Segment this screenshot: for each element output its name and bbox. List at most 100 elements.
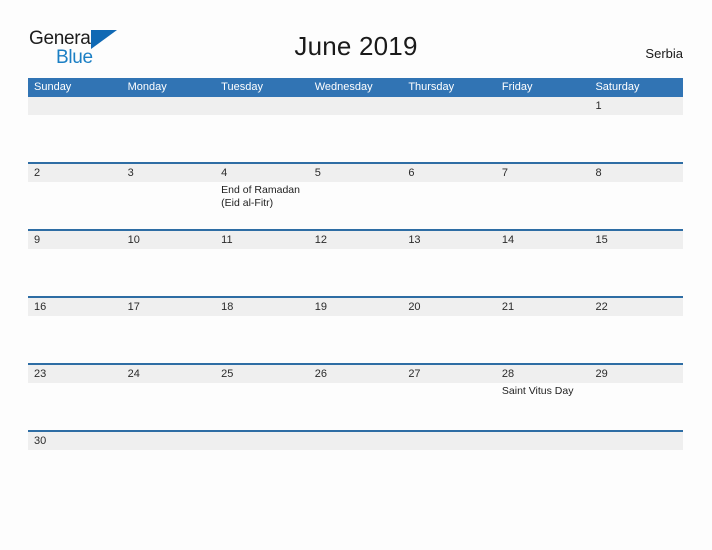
- day-number-19[interactable]: 19: [309, 298, 403, 316]
- week-date-band: 30: [28, 432, 683, 450]
- day-cell-empty: [496, 97, 590, 115]
- event-cell-empty: [402, 115, 496, 162]
- calendar-week-row: 16 17 18 19 20 21 22: [28, 296, 683, 363]
- day-cell-empty: [215, 432, 309, 450]
- page-title: June 2019: [294, 31, 418, 61]
- day-number-11[interactable]: 11: [215, 231, 309, 249]
- day-cell-empty: [402, 432, 496, 450]
- day-number-20[interactable]: 20: [402, 298, 496, 316]
- event-cell-empty: [122, 182, 216, 229]
- event-cell-empty: [589, 115, 683, 162]
- event-cell-empty: [215, 316, 309, 363]
- day-number-25[interactable]: 25: [215, 365, 309, 383]
- day-number-29[interactable]: 29: [589, 365, 683, 383]
- event-cell-empty: [28, 316, 122, 363]
- day-number-15[interactable]: 15: [589, 231, 683, 249]
- event-cell-empty: [402, 182, 496, 229]
- day-number-16[interactable]: 16: [28, 298, 122, 316]
- day-number-5[interactable]: 5: [309, 164, 403, 182]
- day-number-14[interactable]: 14: [496, 231, 590, 249]
- event-cell-empty: [309, 383, 403, 430]
- week-event-band: End of Ramadan (Eid al-Fitr): [28, 182, 683, 229]
- event-cell-empty: [215, 383, 309, 430]
- week-event-band: [28, 115, 683, 162]
- day-number-2[interactable]: 2: [28, 164, 122, 182]
- day-number-13[interactable]: 13: [402, 231, 496, 249]
- calendar-week-row: 30: [28, 430, 683, 450]
- day-number-22[interactable]: 22: [589, 298, 683, 316]
- weekday-header-sunday: Sunday: [34, 81, 72, 93]
- day-cell-empty: [496, 432, 590, 450]
- calendar-weeks: 1 2 3 4 5 6 7 8 End of Ramadan (Eid al-Fitr) 9 10 11…: [28, 97, 683, 450]
- event-cell-empty: [496, 316, 590, 363]
- day-number-18[interactable]: 18: [215, 298, 309, 316]
- day-number-24[interactable]: 24: [122, 365, 216, 383]
- week-event-band: [28, 316, 683, 363]
- day-number-12[interactable]: 12: [309, 231, 403, 249]
- day-cell-empty: [122, 432, 216, 450]
- event-cell-empty: [309, 115, 403, 162]
- event-cell-empty: [28, 115, 122, 162]
- day-number-23[interactable]: 23: [28, 365, 122, 383]
- day-number-9[interactable]: 9: [28, 231, 122, 249]
- day-cell-empty: [122, 97, 216, 115]
- weekday-header-wednesday: Wednesday: [314, 81, 373, 93]
- event-cell-empty: [28, 249, 122, 296]
- event-cell-empty: [215, 115, 309, 162]
- day-number-10[interactable]: 10: [122, 231, 216, 249]
- day-cell-empty: [215, 97, 309, 115]
- event-cell-empty: [402, 249, 496, 296]
- event-cell-empty: [309, 316, 403, 363]
- calendar-week-row: 2 3 4 5 6 7 8 End of Ramadan (Eid al-Fitr): [28, 162, 683, 229]
- day-number-30[interactable]: 30: [28, 432, 122, 450]
- day-number-26[interactable]: 26: [309, 365, 403, 383]
- event-cell-empty: [122, 383, 216, 430]
- event-cell-empty: [496, 182, 590, 229]
- day-number-6[interactable]: 6: [402, 164, 496, 182]
- day-number-8[interactable]: 8: [589, 164, 683, 182]
- weekday-header-thursday: Thursday: [408, 81, 455, 93]
- day-number-17[interactable]: 17: [122, 298, 216, 316]
- event-cell-empty: [402, 316, 496, 363]
- day-number-7[interactable]: 7: [496, 164, 590, 182]
- event-cell-empty: [122, 316, 216, 363]
- event-cell-empty: [589, 182, 683, 229]
- event-text: End of Ramadan: [221, 184, 300, 196]
- event-cell-empty: [402, 383, 496, 430]
- weekday-header-saturday: Saturday: [595, 81, 640, 93]
- event-cell-filled[interactable]: End of Ramadan (Eid al-Fitr): [215, 182, 309, 229]
- day-number-1[interactable]: 1: [589, 97, 683, 115]
- day-cell-empty: [589, 432, 683, 450]
- event-text: (Eid al-Fitr): [221, 197, 274, 209]
- week-date-band: 9 10 11 12 13 14 15: [28, 231, 683, 249]
- weekday-header-friday: Friday: [501, 81, 533, 93]
- day-number-28[interactable]: 28: [496, 365, 590, 383]
- event-cell-empty: [122, 249, 216, 296]
- weekday-header-monday: Monday: [127, 81, 167, 93]
- weekday-header-tuesday: Tuesday: [221, 81, 263, 93]
- day-number-27[interactable]: 27: [402, 365, 496, 383]
- page-header: General Blue June 2019 Serbia: [0, 0, 712, 74]
- week-event-band: [28, 249, 683, 296]
- day-number-4[interactable]: 4: [215, 164, 309, 182]
- day-number-21[interactable]: 21: [496, 298, 590, 316]
- week-date-band: 23 24 25 26 27 28 29: [28, 365, 683, 383]
- week-date-band: 16 17 18 19 20 21 22: [28, 298, 683, 316]
- event-cell-empty: [589, 316, 683, 363]
- weekday-header-row: Sunday Monday Tuesday Wednesday Thursday Frid…: [28, 78, 683, 97]
- event-cell-empty: [496, 115, 590, 162]
- event-cell-empty: [496, 249, 590, 296]
- week-date-band: 2345678: [28, 164, 683, 182]
- event-text: Saint Vitus Day: [501, 385, 574, 397]
- event-cell-empty: [28, 182, 122, 229]
- calendar-page: General Blue June 2019 Serbia Sunday Mond…: [0, 0, 712, 550]
- calendar-week-row: 23 24 25 26 27 28 29 Saint Vitus Day: [28, 363, 683, 430]
- day-cell-empty: [402, 97, 496, 115]
- event-cell-filled[interactable]: Saint Vitus Day: [496, 383, 590, 430]
- event-cell-empty: [309, 182, 403, 229]
- week-date-band: 1: [28, 97, 683, 115]
- day-number-3[interactable]: 3: [122, 164, 216, 182]
- event-cell-empty: [28, 383, 122, 430]
- region-label: Serbia: [645, 46, 683, 61]
- event-cell-empty: [309, 249, 403, 296]
